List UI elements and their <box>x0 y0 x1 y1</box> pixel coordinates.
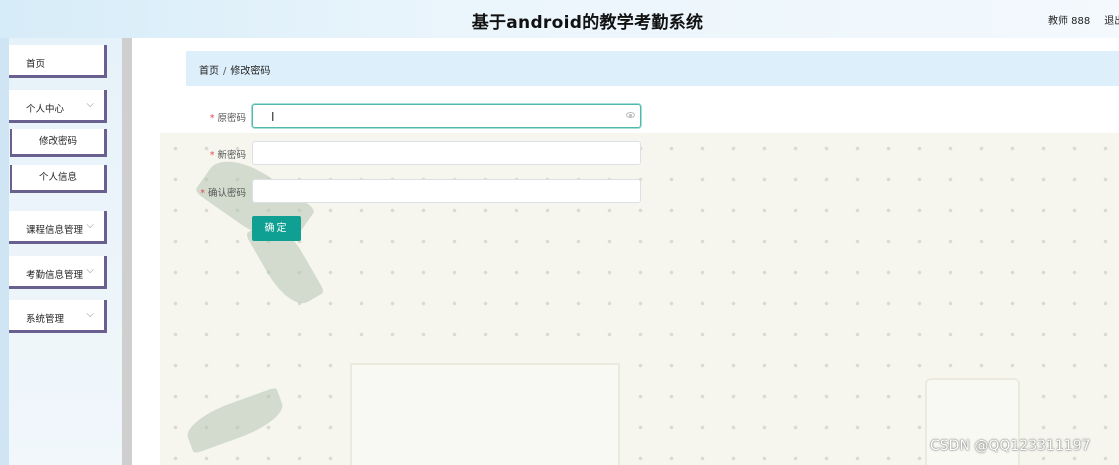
breadcrumb-current: 修改密码 <box>230 66 271 77</box>
frame-decoration <box>350 363 620 465</box>
sidebar-strip <box>0 38 9 465</box>
sidebar-item-attendance-management[interactable]: 考勤信息管理 ⌵ <box>9 256 107 289</box>
new-password-field[interactable] <box>252 141 641 165</box>
required-mark: * <box>200 188 205 199</box>
chevron-down-icon: ⌵ <box>86 99 94 110</box>
new-password-label-text: 新密码 <box>217 150 246 161</box>
top-header: 基于android的教学考勤系统 教师 888 退出 <box>0 0 1119 38</box>
sidebar-subitem-personal-info[interactable]: 个人信息 <box>10 165 107 193</box>
sidebar-item-label: 首页 <box>26 59 46 70</box>
sidebar-subitem-change-password[interactable]: 修改密码 <box>10 129 107 157</box>
old-password-label: * 原密码 <box>150 110 246 124</box>
confirm-password-label: * 确认密码 <box>150 185 246 199</box>
chevron-down-icon: ⌵ <box>86 220 94 231</box>
user-name: 教师 888 <box>1048 16 1091 27</box>
confirm-password-field[interactable] <box>252 179 641 203</box>
text-cursor-icon: I <box>271 110 275 124</box>
chevron-down-icon: ⌵ <box>86 265 94 276</box>
old-password-label-text: 原密码 <box>217 113 246 124</box>
breadcrumb-bar: 首页 / 修改密码 <box>186 51 1119 86</box>
old-password-field[interactable]: I <box>252 104 641 128</box>
breadcrumb-separator: / <box>223 66 227 77</box>
sidebar-item-label: 课程信息管理 <box>26 225 84 236</box>
logout-link[interactable]: 退出 <box>1104 16 1119 27</box>
main-content: 首页 / 修改密码 <box>132 38 1119 465</box>
submit-button[interactable]: 确定 <box>252 216 301 241</box>
breadcrumb-home[interactable]: 首页 <box>199 66 219 77</box>
sidebar-item-course-management[interactable]: 课程信息管理 ⌵ <box>9 211 107 244</box>
sidebar-scrollbar[interactable] <box>122 38 132 465</box>
user-area: 教师 888 退出 <box>1048 12 1119 27</box>
sidebar-item-home[interactable]: 首页 <box>9 45 107 78</box>
required-mark: * <box>209 150 215 161</box>
watermark: CSDN @QQ123311197 <box>930 438 1091 454</box>
sidebar-item-label: 系统管理 <box>26 314 65 325</box>
app-title: 基于android的教学考勤系统 <box>471 13 704 33</box>
confirm-password-label-text: 确认密码 <box>207 188 246 199</box>
leaf-decoration <box>182 386 288 455</box>
sidebar-item-label: 个人中心 <box>26 104 65 115</box>
sidebar-item-system-management[interactable]: 系统管理 ⌵ <box>9 300 107 333</box>
eye-icon[interactable] <box>626 112 635 118</box>
breadcrumb: 首页 / 修改密码 <box>199 62 270 77</box>
sidebar-item-label: 考勤信息管理 <box>26 270 84 281</box>
chevron-down-icon: ⌵ <box>86 309 94 320</box>
sidebar-item-personal-center[interactable]: 个人中心 ⌵ <box>9 90 107 123</box>
new-password-label: * 新密码 <box>150 147 246 161</box>
required-mark: * <box>209 113 215 124</box>
